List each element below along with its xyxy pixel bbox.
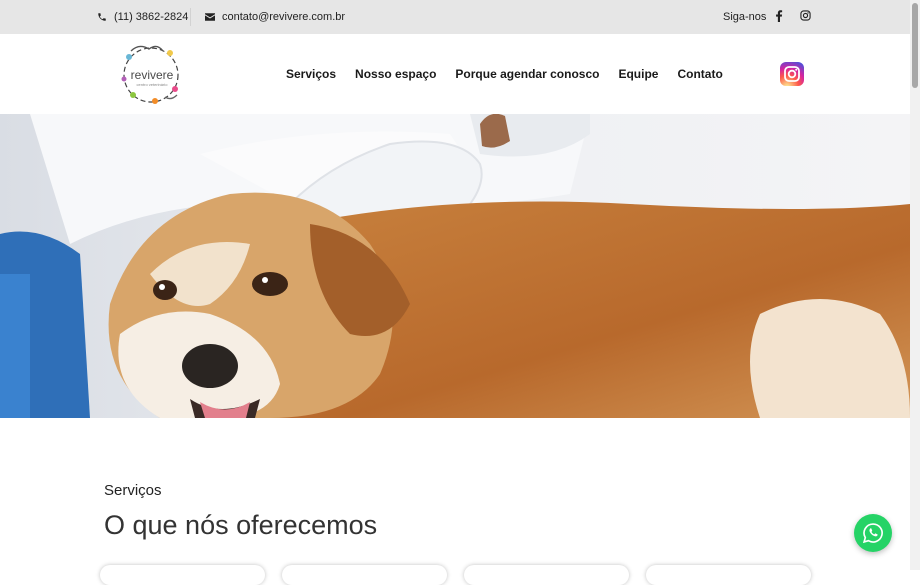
instagram-icon [784,66,800,82]
revivere-logo[interactable]: revivere centro veterinário [115,39,187,109]
service-card[interactable] [282,565,447,585]
whatsapp-button[interactable] [854,514,892,552]
logo-wordmark: revivere [131,68,174,82]
services-section-title: O que nós oferecemos [104,510,378,540]
whatsapp-icon [862,523,883,544]
menu-item-contato[interactable]: Contato [677,67,722,81]
phone-number: (11) 3862-2824 [114,11,189,23]
facebook-link[interactable] [775,10,783,25]
services-section-label: Serviços [104,482,162,499]
main-navbar: revivere centro veterinário Serviços Nos… [0,34,910,114]
envelope-icon [205,13,215,21]
scrollbar-thumb[interactable] [912,3,918,88]
instagram-link[interactable] [800,10,811,24]
main-menu: Serviços Nosso espaço Porque agendar con… [286,67,723,81]
service-card[interactable] [100,565,265,585]
menu-item-equipe[interactable]: Equipe [618,67,658,81]
facebook-icon [776,10,783,22]
top-contact-bar: (11) 3862-2824 contato@revivere.com.br S… [0,0,910,34]
hero-image [0,114,910,418]
menu-item-nosso-espaco[interactable]: Nosso espaço [355,67,436,81]
page-scrollbar[interactable] [910,0,920,570]
topbar-divider [190,8,191,26]
email-contact[interactable]: contato@revivere.com.br [205,11,345,23]
phone-contact[interactable]: (11) 3862-2824 [97,11,188,23]
email-address: contato@revivere.com.br [222,11,346,23]
logo-tagline: centro veterinário [137,82,169,87]
follow-us-label: Siga-nos [723,11,767,23]
vet-dog-illustration [0,114,910,418]
menu-item-porque-agendar[interactable]: Porque agendar conosco [455,67,599,81]
instagram-icon [800,10,811,21]
menu-item-servicos[interactable]: Serviços [286,67,336,81]
phone-icon [98,13,106,21]
service-cards [100,565,812,585]
service-card[interactable] [464,565,629,585]
service-card[interactable] [646,565,811,585]
instagram-badge-link[interactable] [780,62,804,86]
